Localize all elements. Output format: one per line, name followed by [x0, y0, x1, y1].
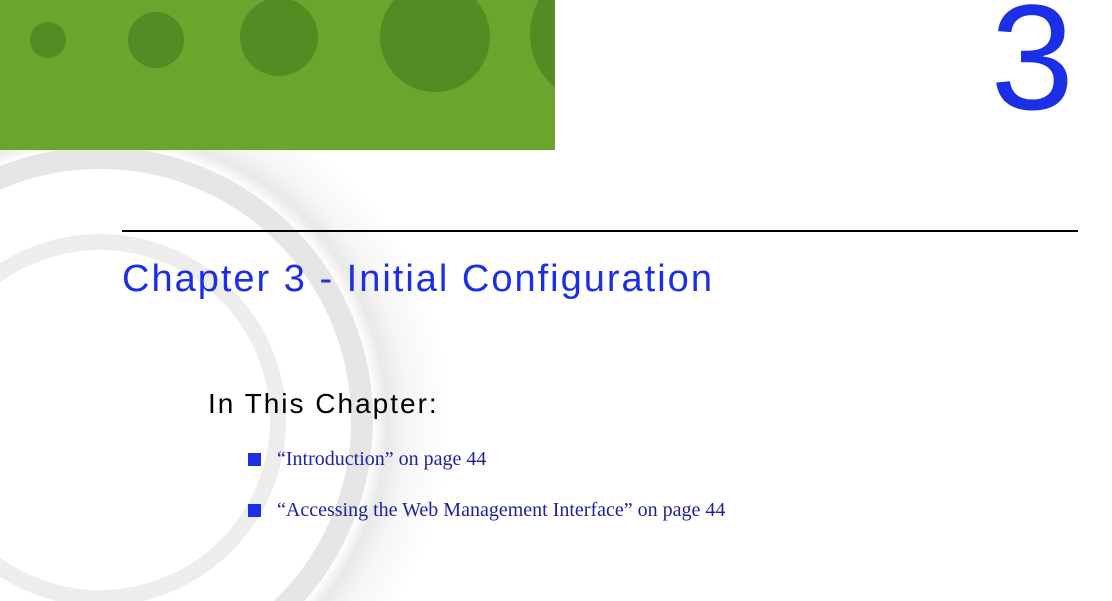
chapter-number: 3	[991, 0, 1074, 132]
in-this-chapter-list: “Introduction” on page 44 “Accessing the…	[248, 448, 725, 550]
toc-link-introduction[interactable]: “Introduction” on page 44	[277, 448, 486, 470]
banner-dot	[30, 22, 66, 58]
banner-dot	[380, 0, 490, 92]
header-banner	[0, 0, 555, 150]
toc-item: “Introduction” on page 44	[248, 448, 725, 471]
banner-dot	[240, 0, 318, 76]
horizontal-rule	[122, 230, 1078, 232]
square-bullet-icon	[248, 453, 261, 466]
banner-dot	[530, 0, 555, 104]
section-heading: In This Chapter:	[208, 388, 439, 420]
toc-item: “Accessing the Web Management Interface”…	[248, 499, 725, 522]
banner-dot	[128, 12, 184, 68]
toc-link-accessing-web-mgmt[interactable]: “Accessing the Web Management Interface”…	[277, 499, 725, 521]
chapter-title: Chapter 3 - Initial Configuration	[122, 258, 714, 301]
square-bullet-icon	[248, 504, 261, 517]
